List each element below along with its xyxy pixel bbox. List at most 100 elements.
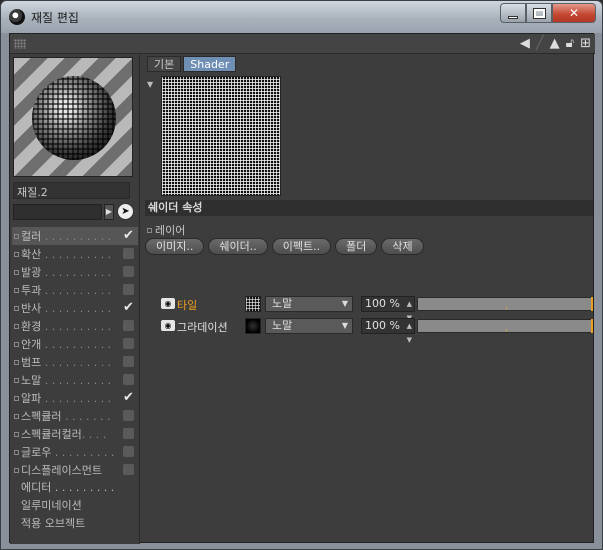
maximize-icon bbox=[532, 7, 546, 19]
channel-bullet-icon bbox=[14, 269, 19, 275]
blend-mode-select[interactable]: 노말 ▼ bbox=[265, 296, 353, 312]
channel-item[interactable]: 발광 . . . . . . . . . . bbox=[12, 263, 138, 281]
channel-checkbox[interactable] bbox=[123, 428, 134, 439]
toolbar: ◀ ╱ ▲ 🔓︎ ⊞ bbox=[10, 34, 595, 54]
material-name-field[interactable]: 재질.2 bbox=[13, 182, 130, 199]
pointer-icon[interactable]: ➤ bbox=[117, 203, 134, 220]
delete-button[interactable]: 삭제 bbox=[381, 238, 424, 255]
channel-label: 범프 . . . . . . . . . . bbox=[21, 356, 112, 369]
channel-bullet-icon bbox=[14, 467, 19, 473]
channel-label: 디스플레이스먼트 bbox=[21, 464, 102, 477]
layer-thumbnail[interactable] bbox=[245, 296, 261, 312]
image-button[interactable]: 이미지.. bbox=[145, 238, 205, 255]
layer-thumbnail[interactable] bbox=[245, 318, 261, 334]
channel-checkbox[interactable] bbox=[123, 338, 134, 349]
tab-basic[interactable]: 기본 bbox=[147, 56, 182, 72]
attributes-panel: 기본 Shader ▼ 쉐이더 속성 레이어 이미지.. 쉐이더.. 이펙트..… bbox=[141, 55, 595, 544]
layer-name[interactable]: 그라데이션 bbox=[177, 319, 228, 335]
channel-checkbox[interactable] bbox=[123, 374, 134, 385]
channel-label: 알파 . . . . . . . . . . bbox=[21, 392, 112, 405]
search-input[interactable] bbox=[13, 204, 102, 220]
cinema4d-app-icon bbox=[9, 9, 25, 25]
shader-layer-row[interactable]: ◉타일 노말▼ 100 %▲▼ bbox=[161, 296, 593, 322]
opacity-slider[interactable] bbox=[417, 297, 593, 311]
channel-item[interactable]: 디스플레이스먼트 bbox=[12, 461, 138, 479]
tab-shader[interactable]: Shader bbox=[183, 56, 237, 72]
opacity-field[interactable]: 100 %▲▼ bbox=[361, 318, 415, 344]
shader-button[interactable]: 쉐이더.. bbox=[208, 238, 268, 255]
minimize-button[interactable] bbox=[500, 3, 526, 23]
editor-client: ◀ ╱ ▲ 🔓︎ ⊞ 재질.2 ▶ ➤ 컬러 . . . . . . . . .… bbox=[9, 33, 595, 544]
channel-checkbox[interactable] bbox=[123, 356, 134, 367]
blend-mode-select[interactable]: 노말 ▼ bbox=[265, 318, 353, 334]
spinner-icon[interactable]: ▲▼ bbox=[407, 319, 412, 347]
channel-checkbox[interactable] bbox=[123, 464, 134, 475]
channel-bullet-icon bbox=[14, 251, 19, 257]
channel-item[interactable]: 확산 . . . . . . . . . . bbox=[12, 245, 138, 263]
channel-checkbox[interactable]: ✔ bbox=[123, 391, 134, 404]
forward-arrow-icon[interactable]: ╱ bbox=[536, 36, 544, 52]
channel-checkbox[interactable] bbox=[123, 248, 134, 259]
channel-bullet-icon bbox=[14, 287, 19, 293]
channel-item[interactable]: 반사 . . . . . . . . . . ✔ bbox=[12, 299, 138, 317]
visibility-eye-icon[interactable]: ◉ bbox=[161, 298, 175, 309]
collapse-arrow-icon[interactable]: ▼ bbox=[147, 80, 153, 89]
channel-item[interactable]: 컬러 . . . . . . . . . . ✔ bbox=[12, 227, 138, 245]
section-item[interactable]: 에디터 . . . . . . . . . bbox=[12, 479, 138, 497]
channel-item[interactable]: 스펙큘러컬러. . . . bbox=[12, 425, 138, 443]
channel-item[interactable]: 환경 . . . . . . . . . . bbox=[12, 317, 138, 335]
channel-checkbox[interactable] bbox=[123, 320, 134, 331]
channel-item[interactable]: 안개 . . . . . . . . . . bbox=[12, 335, 138, 353]
opacity-field[interactable]: 100 %▲▼ bbox=[361, 296, 415, 322]
channel-checkbox[interactable]: ✔ bbox=[123, 229, 134, 242]
minimize-icon bbox=[508, 15, 518, 19]
grip-icon[interactable] bbox=[14, 39, 26, 49]
shader-preview bbox=[161, 76, 281, 196]
channel-item[interactable]: 스펙큘러 . . . . . . . bbox=[12, 407, 138, 425]
dropdown-caret-icon: ▼ bbox=[341, 321, 348, 330]
channel-item[interactable]: 투과 . . . . . . . . . . bbox=[12, 281, 138, 299]
layer-name[interactable]: 타일 bbox=[177, 297, 197, 313]
expand-arrow-icon[interactable]: ▶ bbox=[104, 204, 114, 220]
material-preview[interactable] bbox=[13, 57, 133, 177]
channel-bullet-icon bbox=[14, 233, 19, 239]
bullet-icon bbox=[147, 227, 152, 233]
channel-item[interactable]: 노말 . . . . . . . . . . bbox=[12, 371, 138, 389]
channel-checkbox[interactable] bbox=[123, 266, 134, 277]
channel-checkbox[interactable] bbox=[123, 446, 134, 457]
slider-handle[interactable] bbox=[591, 297, 593, 311]
visibility-eye-icon[interactable]: ◉ bbox=[161, 320, 175, 331]
maximize-button[interactable] bbox=[526, 3, 552, 23]
title-bar[interactable]: 재질 편집 ✕ bbox=[1, 1, 602, 33]
slider-fill bbox=[418, 320, 592, 332]
channel-label: 컬러 . . . . . . . . . . bbox=[21, 230, 112, 243]
up-arrow-icon[interactable]: ▲ bbox=[550, 36, 560, 52]
opacity-slider[interactable] bbox=[417, 319, 593, 333]
channel-label: 반사 . . . . . . . . . . bbox=[21, 302, 112, 315]
channel-label: 확산 . . . . . . . . . . bbox=[21, 248, 112, 261]
channel-item[interactable]: 알파 . . . . . . . . . . ✔ bbox=[12, 389, 138, 407]
section-item[interactable]: 적용 오브젝트 bbox=[12, 515, 138, 533]
tab-bar: 기본 Shader bbox=[147, 56, 237, 72]
layer-label: 레이어 bbox=[147, 222, 185, 238]
close-button[interactable]: ✕ bbox=[552, 3, 596, 23]
section-item[interactable]: 일루미네이션 bbox=[12, 497, 138, 515]
lock-icon[interactable]: 🔓︎ bbox=[566, 36, 574, 52]
back-arrow-icon[interactable]: ◀ bbox=[520, 36, 530, 52]
channel-checkbox[interactable] bbox=[123, 410, 134, 421]
new-window-icon[interactable]: ⊞ bbox=[580, 36, 591, 52]
channel-bullet-icon bbox=[14, 359, 19, 365]
section-header: 쉐이더 속성 bbox=[145, 200, 593, 216]
slider-tick bbox=[506, 307, 507, 310]
folder-button[interactable]: 폴더 bbox=[335, 238, 378, 255]
channel-checkbox[interactable]: ✔ bbox=[123, 301, 134, 314]
channel-item[interactable]: 범프 . . . . . . . . . . bbox=[12, 353, 138, 371]
channel-checkbox[interactable] bbox=[123, 284, 134, 295]
slider-handle[interactable] bbox=[591, 319, 593, 333]
shader-layer-row[interactable]: ◉ 그라데이션 노말 ▼ 100 % ▲ ▼ bbox=[161, 318, 593, 344]
slider-tick bbox=[506, 329, 507, 332]
channel-label: 글로우 . . . . . . . . . bbox=[21, 446, 115, 459]
channel-item[interactable]: 글로우 . . . . . . . . . bbox=[12, 443, 138, 461]
window-title: 재질 편집 bbox=[31, 11, 79, 25]
effect-button[interactable]: 이펙트.. bbox=[271, 238, 332, 255]
